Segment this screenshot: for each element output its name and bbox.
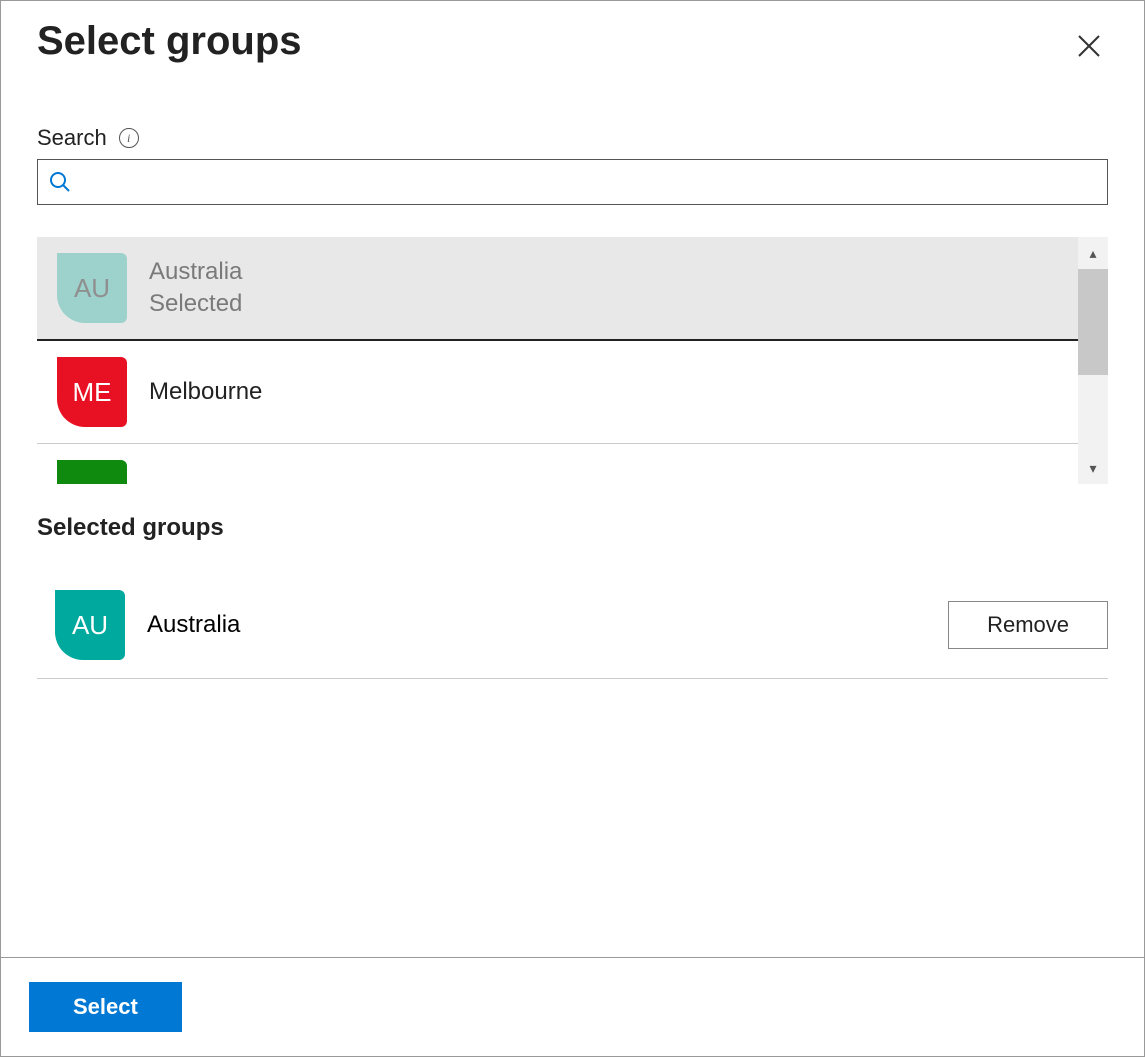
avatar: AU (55, 590, 125, 660)
scroll-down-icon[interactable]: ▾ (1078, 452, 1108, 484)
select-button[interactable]: Select (29, 982, 182, 1032)
info-icon[interactable]: i (119, 128, 139, 148)
group-list: AU Australia Selected ME Melbourne (37, 237, 1078, 484)
footer: Select (1, 957, 1144, 1056)
avatar: AU (57, 253, 127, 323)
selected-groups-heading: Selected groups (37, 514, 1108, 542)
scroll-thumb[interactable] (1078, 269, 1108, 375)
selected-item-australia: AU Australia Remove (37, 578, 1108, 679)
scrollbar[interactable]: ▴ ▾ (1078, 237, 1108, 484)
avatar (57, 460, 127, 484)
remove-button[interactable]: Remove (948, 601, 1108, 649)
search-icon (48, 170, 72, 194)
search-box[interactable] (37, 159, 1108, 205)
search-label: Search (37, 125, 107, 151)
close-icon (1076, 33, 1102, 59)
scroll-up-icon[interactable]: ▴ (1078, 237, 1108, 269)
panel-title: Select groups (37, 19, 302, 64)
group-item-australia[interactable]: AU Australia Selected (37, 237, 1078, 341)
scroll-track[interactable] (1078, 269, 1108, 452)
group-item-partial[interactable] (37, 444, 1078, 484)
selected-item-label: Australia (147, 611, 948, 639)
avatar: ME (57, 357, 127, 427)
group-text: Australia Selected (149, 256, 242, 321)
close-button[interactable] (1070, 27, 1108, 65)
group-item-melbourne[interactable]: ME Melbourne (37, 341, 1078, 444)
group-text: Melbourne (149, 376, 262, 408)
search-input[interactable] (80, 171, 1097, 194)
